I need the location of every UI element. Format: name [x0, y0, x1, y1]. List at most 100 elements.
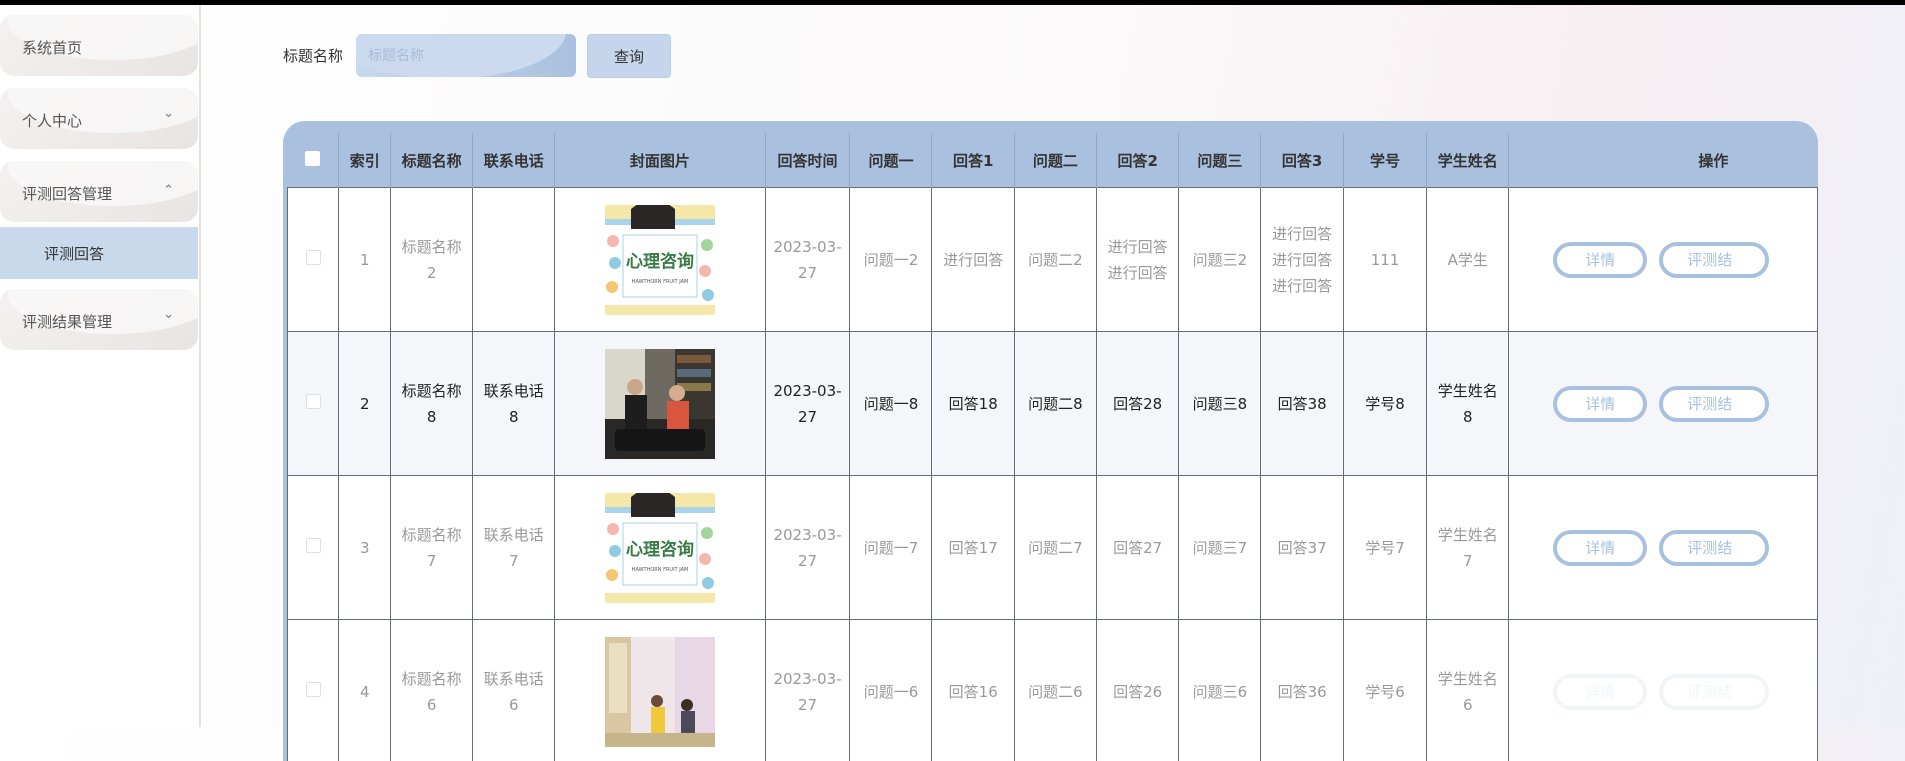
- evaluate-result-button[interactable]: 评测结: [1659, 674, 1769, 710]
- row-select-cell[interactable]: [288, 476, 339, 620]
- cell-index: 2: [339, 332, 391, 476]
- cell-question-2: 问题二8: [1014, 332, 1096, 476]
- cell-question-3: 问题三2: [1179, 188, 1261, 332]
- cell-answer-1: 回答17: [932, 476, 1014, 620]
- row-select-cell[interactable]: [288, 620, 339, 761]
- window-top-bar: [0, 0, 1905, 5]
- cell-title: 标题名称8: [391, 332, 473, 476]
- table-row: 2标题名称8联系电话8 2023-03-27问题一8回答18问题二8回答28问题…: [288, 332, 1818, 476]
- select-all-checkbox[interactable]: [305, 151, 320, 166]
- cell-question-3: 问题三8: [1179, 332, 1261, 476]
- row-checkbox[interactable]: [306, 538, 321, 553]
- row-select-cell[interactable]: [288, 332, 339, 476]
- cell-actions: 详情评测结: [1509, 188, 1818, 332]
- cell-answer-3: 进行回答进行回答进行回答: [1261, 188, 1343, 332]
- cover-image: [605, 349, 715, 459]
- cell-cover-image: [555, 332, 765, 476]
- cell-index: 3: [339, 476, 391, 620]
- cell-answer-3: 回答37: [1261, 476, 1343, 620]
- cell-question-3: 问题三6: [1179, 620, 1261, 761]
- cell-answer-3: 回答38: [1261, 332, 1343, 476]
- sidebar-item-label: 评测回答管理: [22, 183, 112, 204]
- sidebar-item-result-management[interactable]: 评测结果管理 ⌄: [0, 289, 198, 350]
- cover-image: [605, 637, 715, 747]
- cell-question-1: 问题一2: [850, 188, 932, 332]
- evaluate-result-button[interactable]: 评测结: [1659, 242, 1769, 278]
- column-header: 问题二: [1014, 133, 1096, 188]
- chevron-up-icon: ⌃: [163, 183, 174, 198]
- cell-student-id: 学号8: [1343, 332, 1426, 476]
- sidebar-item-personal-center[interactable]: 个人中心 ⌄: [0, 88, 198, 149]
- select-all-cell[interactable]: [288, 133, 339, 188]
- cell-actions: 详情评测结: [1509, 620, 1818, 761]
- row-checkbox[interactable]: [306, 250, 321, 265]
- cell-student-id: 学号7: [1343, 476, 1426, 620]
- cell-answer-1: 回答16: [932, 620, 1014, 761]
- poster-subtitle-text: HAWTHORN FRUIT JAM: [632, 279, 689, 285]
- search-field: [356, 34, 576, 77]
- column-header: 学生姓名: [1427, 133, 1509, 188]
- search-label: 标题名称: [283, 45, 343, 66]
- cell-cover-image: [555, 620, 765, 761]
- evaluate-result-button[interactable]: 评测结: [1659, 530, 1769, 566]
- cell-student-id: 学号6: [1343, 620, 1426, 761]
- cell-phone: 联系电话6: [473, 620, 555, 761]
- cell-phone: 联系电话8: [473, 332, 555, 476]
- sidebar-subitem-answers[interactable]: 评测回答: [0, 227, 198, 279]
- poster-title-text: 心理咨询: [626, 251, 694, 272]
- cell-cover-image: 心理咨询 HAWTHORN FRUIT JAM: [555, 188, 765, 332]
- detail-button[interactable]: 详情: [1553, 242, 1647, 278]
- column-header: 学号: [1343, 133, 1426, 188]
- row-checkbox[interactable]: [306, 394, 321, 409]
- cell-answer-1: 进行回答: [932, 188, 1014, 332]
- table-row: 3标题名称7联系电话7 心理咨询 HAWTHORN FRUIT JAM 2023…: [288, 476, 1818, 620]
- cell-cover-image: 心理咨询 HAWTHORN FRUIT JAM: [555, 476, 765, 620]
- cell-answer-time: 2023-03-27: [765, 332, 850, 476]
- row-checkbox[interactable]: [306, 682, 321, 697]
- cell-answer-time: 2023-03-27: [765, 620, 850, 761]
- column-header: 标题名称: [391, 133, 473, 188]
- cell-question-2: 问题二2: [1014, 188, 1096, 332]
- cell-answer-3: 回答36: [1261, 620, 1343, 761]
- cell-student-name: 学生姓名8: [1427, 332, 1509, 476]
- poster-subtitle-text: HAWTHORN FRUIT JAM: [632, 567, 689, 573]
- search-button[interactable]: 查询: [587, 34, 671, 78]
- detail-button[interactable]: 详情: [1553, 674, 1647, 710]
- row-select-cell[interactable]: [288, 188, 339, 332]
- cover-image: 心理咨询 HAWTHORN FRUIT JAM: [605, 493, 715, 603]
- search-input[interactable]: [356, 34, 576, 77]
- evaluate-result-button[interactable]: 评测结: [1659, 386, 1769, 422]
- column-header: 回答2: [1096, 133, 1178, 188]
- cell-student-name: 学生姓名7: [1427, 476, 1509, 620]
- sidebar: 系统首页 个人中心 ⌄ 评测回答管理 ⌃ 评测回答 评测结果管理 ⌄: [0, 5, 201, 727]
- sidebar-item-label: 系统首页: [22, 37, 82, 58]
- sidebar-subitem-label: 评测回答: [44, 243, 104, 264]
- cell-answer-2: 回答28: [1096, 332, 1178, 476]
- cell-index: 4: [339, 620, 391, 761]
- column-header: 回答时间: [765, 133, 850, 188]
- detail-button[interactable]: 详情: [1553, 530, 1647, 566]
- column-header: 索引: [339, 133, 391, 188]
- cell-answer-time: 2023-03-27: [765, 476, 850, 620]
- cell-question-1: 问题一6: [850, 620, 932, 761]
- column-header: 回答1: [932, 133, 1014, 188]
- cell-question-3: 问题三7: [1179, 476, 1261, 620]
- cell-answer-time: 2023-03-27: [765, 188, 850, 332]
- cell-actions: 详情评测结: [1509, 332, 1818, 476]
- cell-question-2: 问题二7: [1014, 476, 1096, 620]
- data-table: 索引 标题名称 联系电话 封面图片 回答时间 问题一 回答1 问题二 回答2 问…: [287, 133, 1818, 761]
- table-row: 1标题名称2 心理咨询 HAWTHORN FRUIT JAM 2023-03-2…: [288, 188, 1818, 332]
- sidebar-item-answer-management[interactable]: 评测回答管理 ⌃: [0, 161, 198, 222]
- poster-title-text: 心理咨询: [626, 539, 694, 560]
- table-header-row: 索引 标题名称 联系电话 封面图片 回答时间 问题一 回答1 问题二 回答2 问…: [288, 133, 1818, 188]
- column-header: 问题三: [1179, 133, 1261, 188]
- column-header: 问题一: [850, 133, 932, 188]
- data-table-container: 索引 标题名称 联系电话 封面图片 回答时间 问题一 回答1 问题二 回答2 问…: [283, 121, 1818, 761]
- cell-student-name: 学生姓名6: [1427, 620, 1509, 761]
- detail-button[interactable]: 详情: [1553, 386, 1647, 422]
- cell-question-1: 问题一7: [850, 476, 932, 620]
- sidebar-item-home[interactable]: 系统首页: [0, 15, 198, 76]
- cover-image: 心理咨询 HAWTHORN FRUIT JAM: [605, 205, 715, 315]
- chevron-down-icon: ⌄: [163, 307, 174, 322]
- cell-title: 标题名称6: [391, 620, 473, 761]
